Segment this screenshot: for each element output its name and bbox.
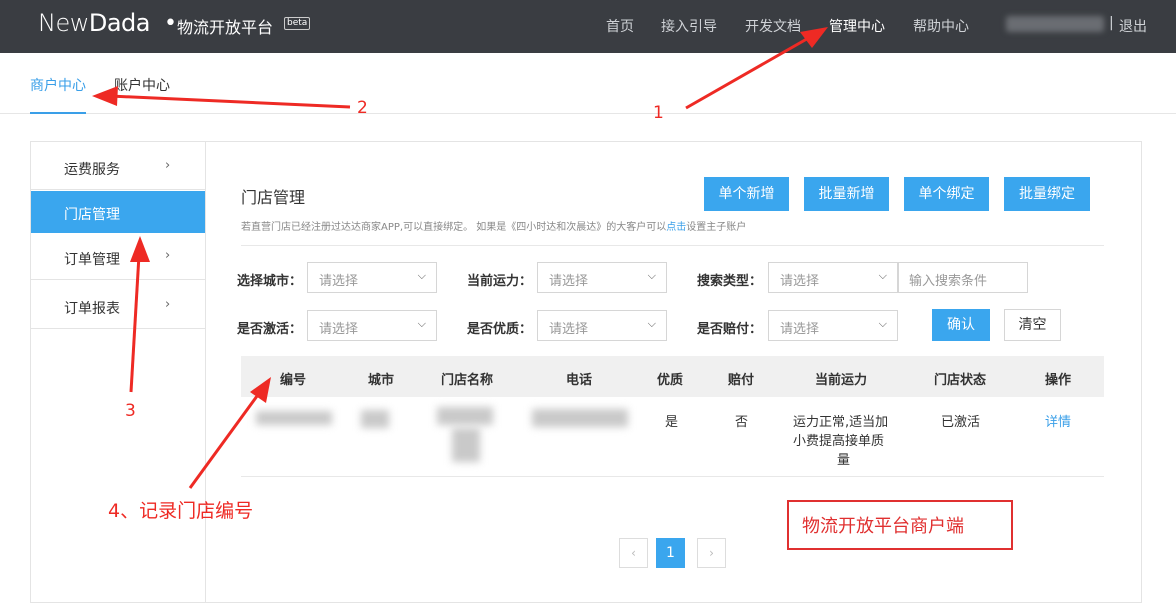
annotation-arrow-2 xyxy=(109,94,351,109)
annotation-arrow-3 xyxy=(129,254,141,393)
annotation-arrow-1 xyxy=(685,34,813,110)
annotation-arrowhead-2 xyxy=(92,86,118,106)
annotation-box-label: 物流开放平台商户端 xyxy=(802,516,964,537)
annotation-number-2: 2 xyxy=(357,98,368,118)
annotation-box: 物流开放平台商户端 xyxy=(787,500,1013,550)
annotation-number-3: 3 xyxy=(125,401,136,421)
annotation-arrowhead-3 xyxy=(130,236,150,262)
annotation-arrow-4 xyxy=(188,391,262,489)
annotation-step-4: 4、记录门店编号 xyxy=(108,500,254,522)
annotation-number-1: 1 xyxy=(653,103,664,123)
annotation-arrowhead-1 xyxy=(800,27,828,48)
